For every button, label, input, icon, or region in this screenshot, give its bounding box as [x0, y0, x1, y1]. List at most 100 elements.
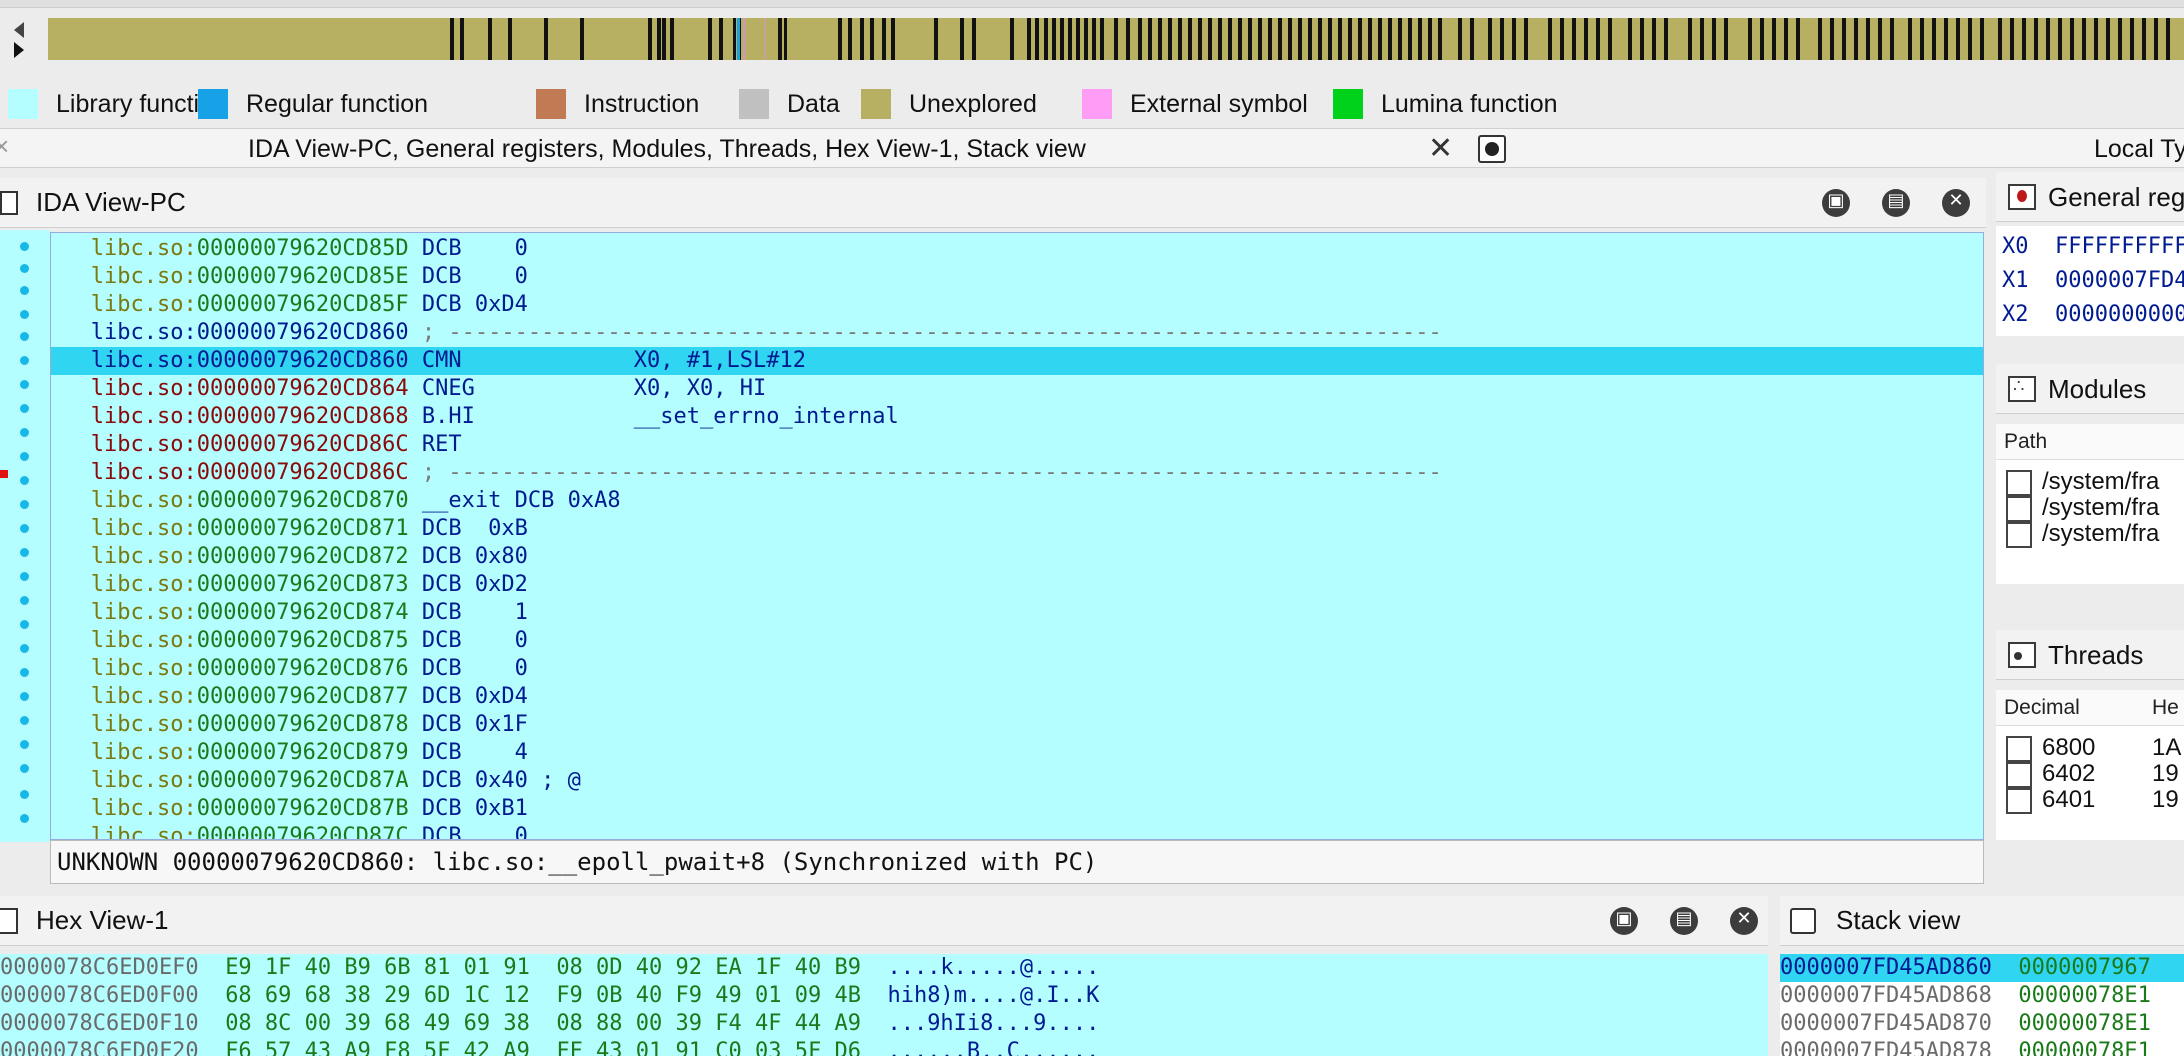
- instruction[interactable]: DCB 0xD2: [409, 572, 528, 597]
- threads-column-hex[interactable]: He: [2152, 690, 2179, 726]
- nav-left-arrow-icon[interactable]: [14, 22, 24, 38]
- instruction[interactable]: DCB 0: [409, 236, 528, 261]
- hex-ascii[interactable]: ......B..C......: [887, 1039, 1099, 1056]
- listing-row[interactable]: libc.so:00000079620CD87C DCB 0: [51, 823, 1983, 839]
- listing-row[interactable]: libc.so:00000079620CD87A DCB 0x40 ; @: [51, 767, 1983, 795]
- address[interactable]: 00000079620CD876: [197, 656, 409, 681]
- stack-row[interactable]: 0000007FD45AD868 00000078E1: [1780, 982, 2184, 1010]
- listing-row[interactable]: libc.so:00000079620CD875 DCB 0: [51, 627, 1983, 655]
- instruction[interactable]: __exit DCB 0xA8: [409, 488, 621, 513]
- address[interactable]: 00000079620CD872: [197, 544, 409, 569]
- instruction[interactable]: DCB 0xD4: [409, 292, 528, 317]
- hex-row[interactable]: 0000078C6ED0F10 08 8C 00 39 68 49 69 38 …: [0, 1010, 1099, 1038]
- listing-row[interactable]: libc.so:00000079620CD876 DCB 0: [51, 655, 1983, 683]
- listing-row[interactable]: libc.so:00000079620CD879 DCB 4: [51, 739, 1983, 767]
- stack-row[interactable]: 0000007FD45AD878 00000078E1: [1780, 1038, 2184, 1056]
- listing-row[interactable]: libc.so:00000079620CD864 CNEG X0, X0, HI: [51, 375, 1983, 403]
- threads-column-decimal[interactable]: Decimal: [2004, 696, 2080, 719]
- address[interactable]: 00000079620CD860: [197, 320, 409, 345]
- instruction[interactable]: RET: [409, 432, 462, 457]
- threads-list[interactable]: Decimal He 6800 1A 6402 19 6401 19: [1996, 690, 2184, 840]
- listing-row[interactable]: libc.so:00000079620CD85D DCB 0: [51, 235, 1983, 263]
- instruction[interactable]: CMN X0, #1,LSL#12: [409, 348, 806, 373]
- nav-right-arrow-icon[interactable]: [14, 42, 24, 58]
- modules-column-path[interactable]: Path: [1996, 424, 2184, 460]
- listing-row[interactable]: libc.so:00000079620CD873 DCB 0xD2: [51, 571, 1983, 599]
- address[interactable]: 00000079620CD87C: [197, 824, 409, 839]
- register-value[interactable]: 0000007FD4: [2055, 268, 2184, 293]
- hex-ascii[interactable]: ...9hIi8...9....: [887, 1011, 1099, 1036]
- listing-row[interactable]: libc.so:00000079620CD872 DCB 0x80: [51, 543, 1983, 571]
- instruction[interactable]: DCB 1: [409, 600, 528, 625]
- address[interactable]: 00000079620CD870: [197, 488, 409, 513]
- address[interactable]: 00000079620CD871: [197, 516, 409, 541]
- instruction[interactable]: DCB 0xB1: [409, 796, 528, 821]
- listing-row[interactable]: libc.so:00000079620CD874 DCB 1: [51, 599, 1983, 627]
- hex-row[interactable]: 0000078C6ED0F00 68 69 68 38 29 6D 1C 12 …: [0, 982, 1099, 1010]
- instruction[interactable]: CNEG X0, X0, HI: [409, 376, 766, 401]
- address[interactable]: 00000079620CD85E: [197, 264, 409, 289]
- hex-ascii[interactable]: hih8)m....@.I..K: [887, 983, 1099, 1008]
- listing-row[interactable]: libc.so:00000079620CD87B DCB 0xB1: [51, 795, 1983, 823]
- stack-row[interactable]: 0000007FD45AD860 0000007967: [1780, 954, 2184, 982]
- instruction[interactable]: DCB 0x1F: [409, 712, 528, 737]
- listing-row[interactable]: libc.so:00000079620CD868 B.HI __set_errn…: [51, 403, 1983, 431]
- register-value[interactable]: FFFFFFFFFF: [2055, 234, 2184, 259]
- address[interactable]: 00000079620CD87A: [197, 768, 409, 793]
- address[interactable]: 00000079620CD877: [197, 684, 409, 709]
- instruction[interactable]: DCB 0: [409, 628, 528, 653]
- instruction[interactable]: DCB 0x40 ; @: [409, 768, 581, 793]
- tab-close-icon[interactable]: ✕: [1428, 131, 1453, 166]
- address[interactable]: 00000079620CD878: [197, 712, 409, 737]
- disassembly-listing[interactable]: libc.so:00000079620CD85D DCB 0 libc.so:0…: [50, 232, 1984, 840]
- restore-window-icon[interactable]: [1882, 189, 1910, 217]
- restore-window-icon[interactable]: [1670, 907, 1698, 935]
- module-row[interactable]: /system/fra: [1996, 516, 2184, 552]
- stack-view-list[interactable]: 0000007FD45AD860 0000007967 0000007FD45AD…: [1780, 954, 2184, 1056]
- register-row[interactable]: X2 0000000000: [2002, 302, 2184, 327]
- info-icon[interactable]: [1478, 135, 1506, 163]
- register-value[interactable]: 0000000000: [2055, 302, 2184, 327]
- instruction[interactable]: DCB 0: [409, 656, 528, 681]
- address[interactable]: 00000079620CD85D: [197, 236, 409, 261]
- hex-bytes[interactable]: 68 69 68 38 29 6D 1C 12 F9 0B 40 F9 49 0…: [225, 983, 861, 1008]
- instruction[interactable]: DCB 4: [409, 740, 528, 765]
- instruction[interactable]: DCB 0: [409, 824, 528, 839]
- register-row[interactable]: X0 FFFFFFFFFF: [2002, 234, 2184, 259]
- tab-group-title[interactable]: IDA View-PC, General registers, Modules,…: [248, 135, 1086, 164]
- hex-bytes[interactable]: F6 57 43 A9 F8 5F 42 A9 FF 43 01 91 C0 0…: [225, 1039, 861, 1056]
- float-window-icon[interactable]: [1822, 189, 1850, 217]
- thread-row[interactable]: 6401 19: [1996, 782, 2184, 818]
- registers-list[interactable]: X0 FFFFFFFFFFX1 0000007FD4X2 0000000000X…: [1996, 226, 2184, 336]
- navigation-strip[interactable]: [48, 18, 2184, 60]
- instruction[interactable]: ; --------------------------------------…: [409, 460, 1442, 485]
- listing-row[interactable]: libc.so:00000079620CD86C RET: [51, 431, 1983, 459]
- hex-bytes[interactable]: E9 1F 40 B9 6B 81 01 91 08 0D 40 92 EA 1…: [225, 955, 861, 980]
- address[interactable]: 00000079620CD879: [197, 740, 409, 765]
- instruction[interactable]: DCB 0: [409, 264, 528, 289]
- hex-ascii[interactable]: ....k.....@.....: [887, 955, 1099, 980]
- listing-row[interactable]: libc.so:00000079620CD860 ; -------------…: [51, 319, 1983, 347]
- address[interactable]: 00000079620CD860: [197, 348, 409, 373]
- address[interactable]: 00000079620CD864: [197, 376, 409, 401]
- close-window-icon[interactable]: [1942, 189, 1970, 217]
- listing-row[interactable]: libc.so:00000079620CD86C ; -------------…: [51, 459, 1983, 487]
- address[interactable]: 00000079620CD87B: [197, 796, 409, 821]
- listing-row[interactable]: libc.so:00000079620CD877 DCB 0xD4: [51, 683, 1983, 711]
- close-icon[interactable]: ×: [0, 131, 9, 162]
- modules-list[interactable]: Path /system/fra/system/fra/system/fra: [1996, 424, 2184, 584]
- address[interactable]: 00000079620CD875: [197, 628, 409, 653]
- hex-row[interactable]: 0000078C6ED0EF0 E9 1F 40 B9 6B 81 01 91 …: [0, 954, 1099, 982]
- listing-row[interactable]: libc.so:00000079620CD85F DCB 0xD4: [51, 291, 1983, 319]
- address[interactable]: 00000079620CD873: [197, 572, 409, 597]
- listing-row[interactable]: libc.so:00000079620CD85E DCB 0: [51, 263, 1983, 291]
- address[interactable]: 00000079620CD874: [197, 600, 409, 625]
- listing-row[interactable]: libc.so:00000079620CD870 __exit DCB 0xA8: [51, 487, 1983, 515]
- register-row[interactable]: X1 0000007FD4: [2002, 268, 2184, 293]
- instruction[interactable]: DCB 0x80: [409, 544, 528, 569]
- listing-row[interactable]: libc.so:00000079620CD878 DCB 0x1F: [51, 711, 1983, 739]
- instruction[interactable]: B.HI __set_errno_internal: [409, 404, 899, 429]
- instruction[interactable]: ; --------------------------------------…: [409, 320, 1442, 345]
- stack-row[interactable]: 0000007FD45AD870 00000078E1: [1780, 1010, 2184, 1038]
- address[interactable]: 00000079620CD85F: [197, 292, 409, 317]
